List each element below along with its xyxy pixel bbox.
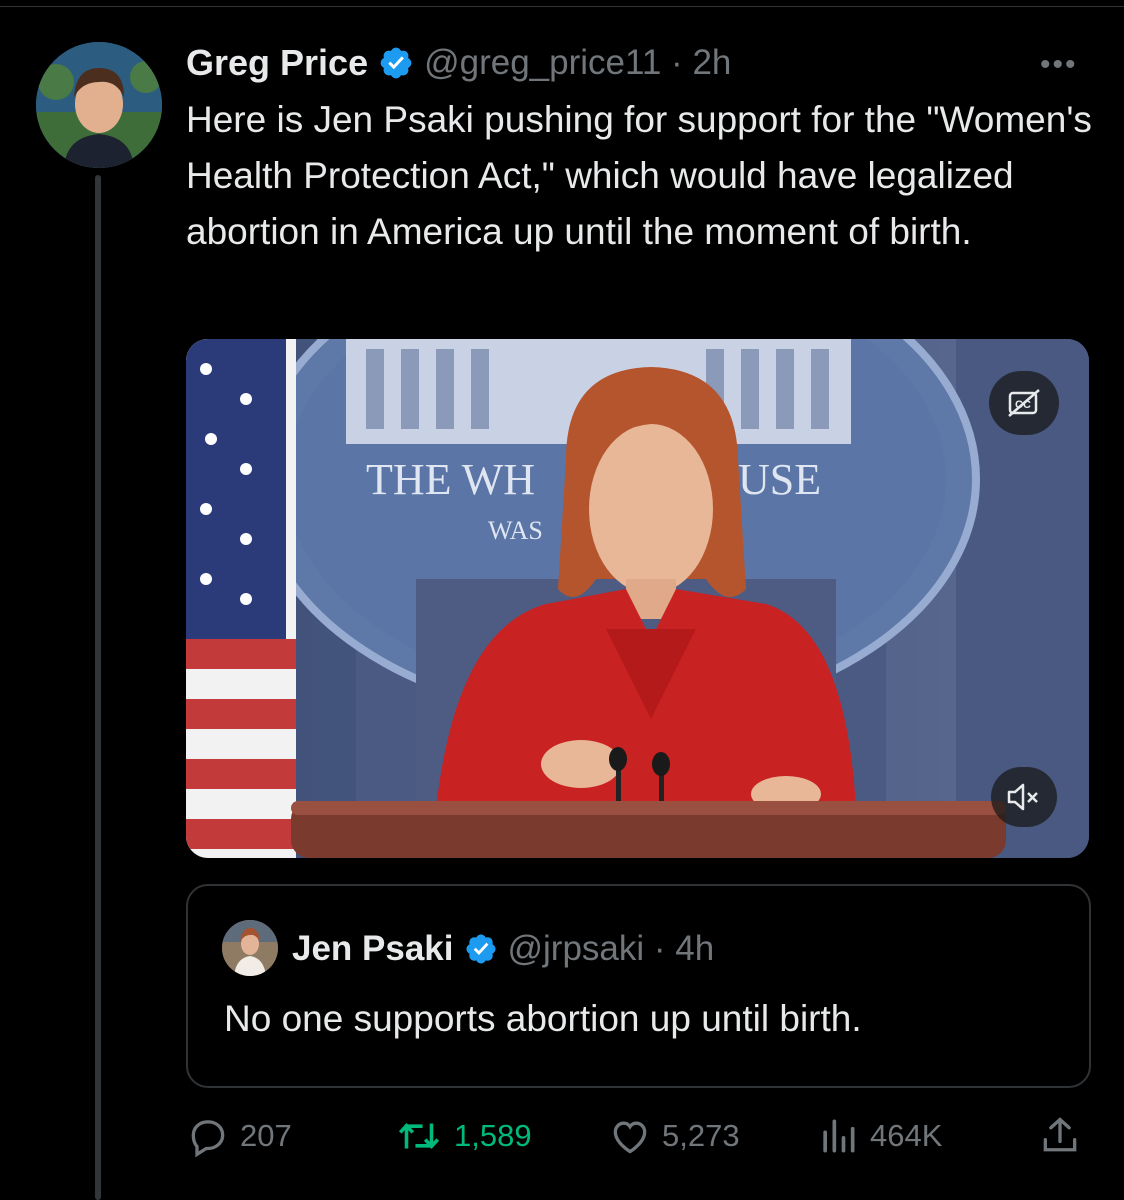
quote-header: Jen Psaki @jrpsaki · 4h [292, 926, 714, 972]
view-count: 464K [870, 1118, 943, 1153]
like-button[interactable]: 5,273 [608, 1110, 740, 1162]
thread-line [95, 175, 101, 1200]
reply-button[interactable]: 207 [186, 1110, 292, 1162]
quote-author-handle-time[interactable]: @jrpsaki · 4h [508, 929, 715, 969]
more-horizontal-icon[interactable]: ••• [1040, 48, 1078, 82]
quote-author-avatar[interactable] [222, 920, 278, 976]
video-frame: THE WH USE WAS [186, 339, 1089, 858]
author-avatar[interactable] [36, 42, 162, 168]
views-button[interactable]: 464K [816, 1110, 942, 1162]
quote-text: No one supports abortion up until birth. [224, 998, 862, 1039]
reply-count: 207 [240, 1118, 292, 1153]
video-player[interactable]: THE WH USE WAS [186, 339, 1089, 858]
repost-count: 1,589 [454, 1118, 532, 1153]
verified-badge-icon [465, 934, 496, 964]
seal-subtext: WAS [488, 516, 543, 545]
repost-icon [398, 1123, 440, 1149]
repost-button[interactable]: 1,589 [394, 1110, 532, 1162]
reply-icon [191, 1120, 225, 1158]
top-divider [0, 6, 1124, 7]
action-bar: 207 1,589 5,273 464K [186, 1110, 1086, 1162]
volume-muted-icon [1007, 783, 1038, 811]
verified-badge-icon [380, 47, 412, 79]
closed-captions-off-icon: CC [1008, 389, 1040, 417]
seal-text-right: USE [738, 455, 821, 504]
share-button[interactable] [1038, 1110, 1092, 1162]
author-name[interactable]: Greg Price [186, 42, 368, 84]
seal-text-left: THE WH [366, 455, 535, 504]
quote-author-name[interactable]: Jen Psaki [292, 929, 454, 969]
like-count: 5,273 [662, 1118, 740, 1153]
closed-captions-button[interactable]: CC [989, 371, 1059, 435]
tweet-text: Here is Jen Psaki pushing for support fo… [186, 99, 1092, 252]
quoted-tweet[interactable]: Jen Psaki @jrpsaki · 4h No one supports … [186, 884, 1091, 1088]
author-handle-time[interactable]: @greg_price11 · 2h [424, 43, 731, 83]
mute-button[interactable] [991, 767, 1057, 827]
heart-icon [613, 1121, 647, 1154]
share-icon [1043, 1117, 1077, 1152]
tweet-header: Greg Price @greg_price11 · 2h [186, 40, 731, 86]
analytics-icon [823, 1119, 855, 1153]
